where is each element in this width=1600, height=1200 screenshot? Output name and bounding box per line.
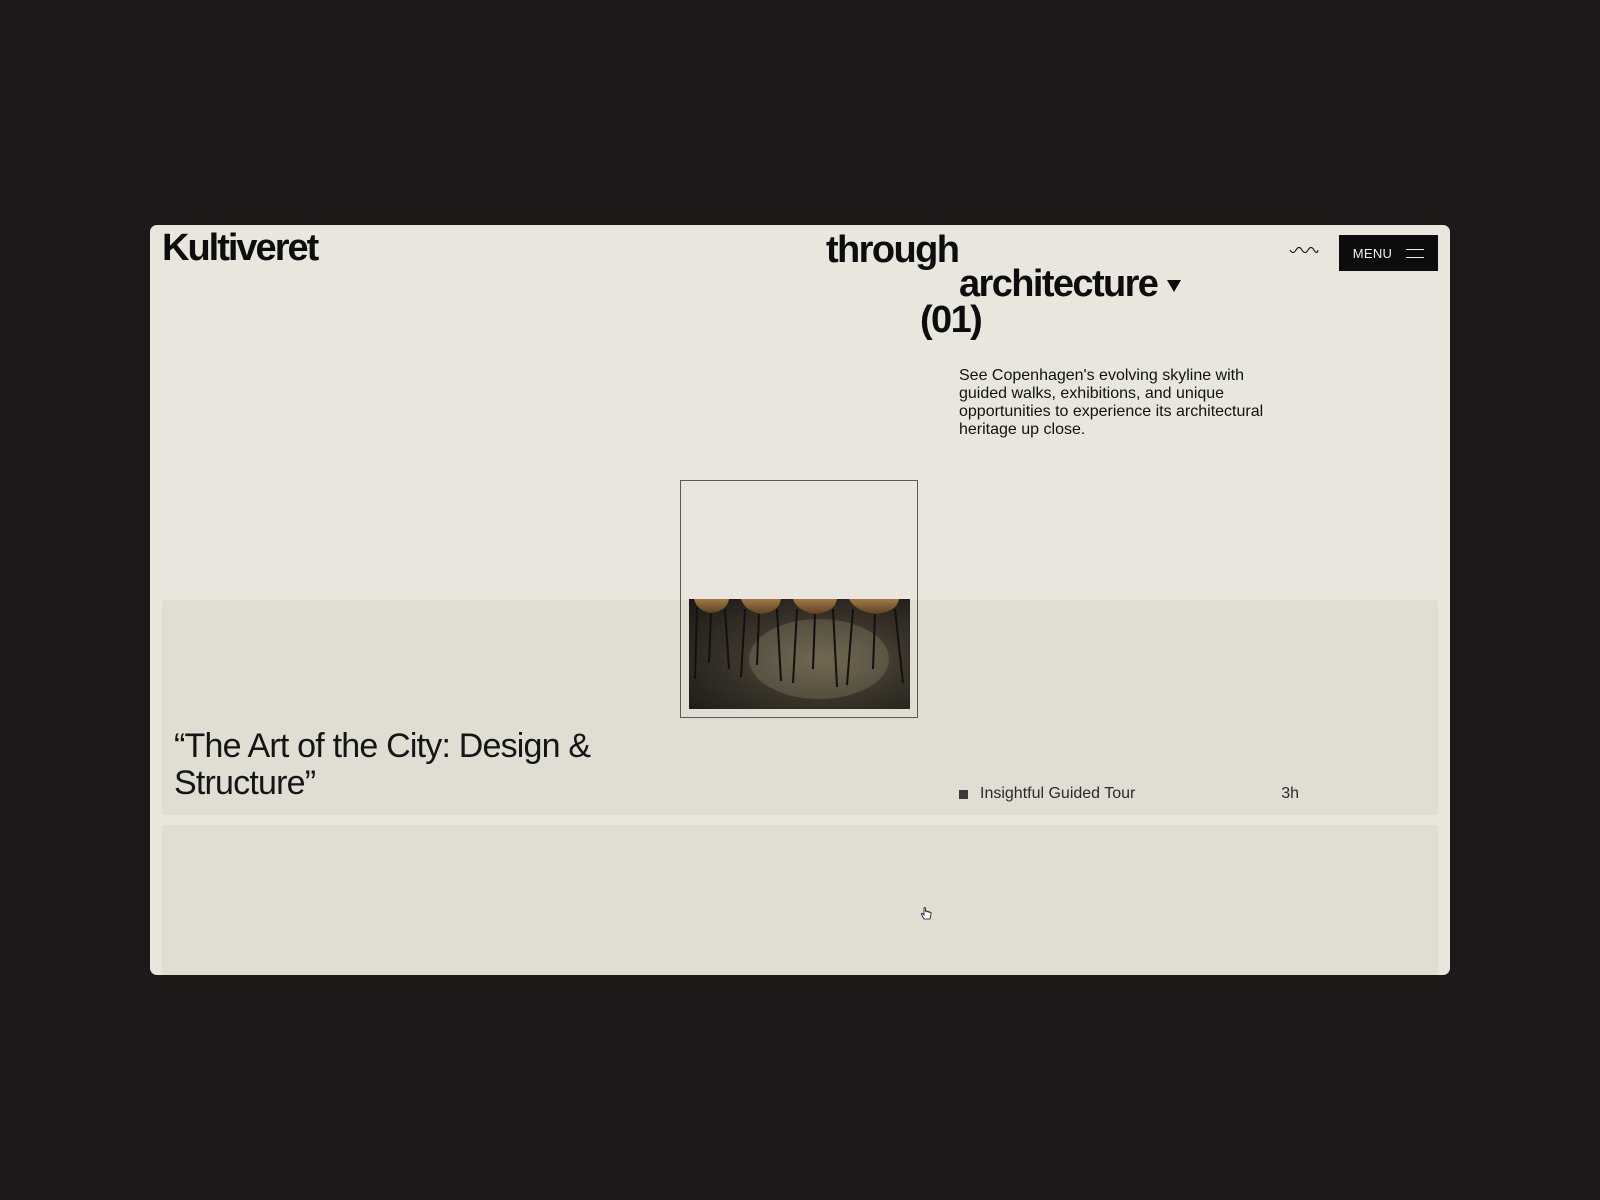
- headline-architecture[interactable]: architecture: [959, 263, 1182, 305]
- tour-label: Insightful Guided Tour: [980, 785, 1136, 802]
- section-index: (01): [920, 299, 983, 341]
- headline-architecture-text: architecture: [959, 263, 1159, 305]
- tour-item: Insightful Guided Tour 3h: [959, 785, 1299, 803]
- chairs-illustration: [694, 599, 904, 699]
- menu-button[interactable]: MENU: [1339, 235, 1438, 271]
- caret-down-icon: [1167, 279, 1182, 292]
- headline-through: through: [826, 229, 960, 271]
- hand-cursor-icon: [920, 907, 932, 920]
- hover-image-frame: [680, 480, 918, 718]
- square-bullet-icon: [959, 789, 968, 799]
- logo[interactable]: Kultiveret: [162, 227, 319, 270]
- intro-description: See Copenhagen's evolving skyline with g…: [959, 367, 1264, 438]
- tour-duration: 3h: [1281, 785, 1299, 802]
- tour-card-title: “The Art of the City: Design & Structure…: [174, 727, 591, 802]
- wave-icon[interactable]: [1289, 245, 1319, 257]
- next-card[interactable]: [162, 825, 1438, 975]
- menu-label: MENU: [1352, 245, 1393, 261]
- browser-window: Kultiveret through architecture (01) See…: [150, 225, 1450, 975]
- chairs-photo: [689, 599, 910, 709]
- hamburger-icon: [1406, 248, 1425, 258]
